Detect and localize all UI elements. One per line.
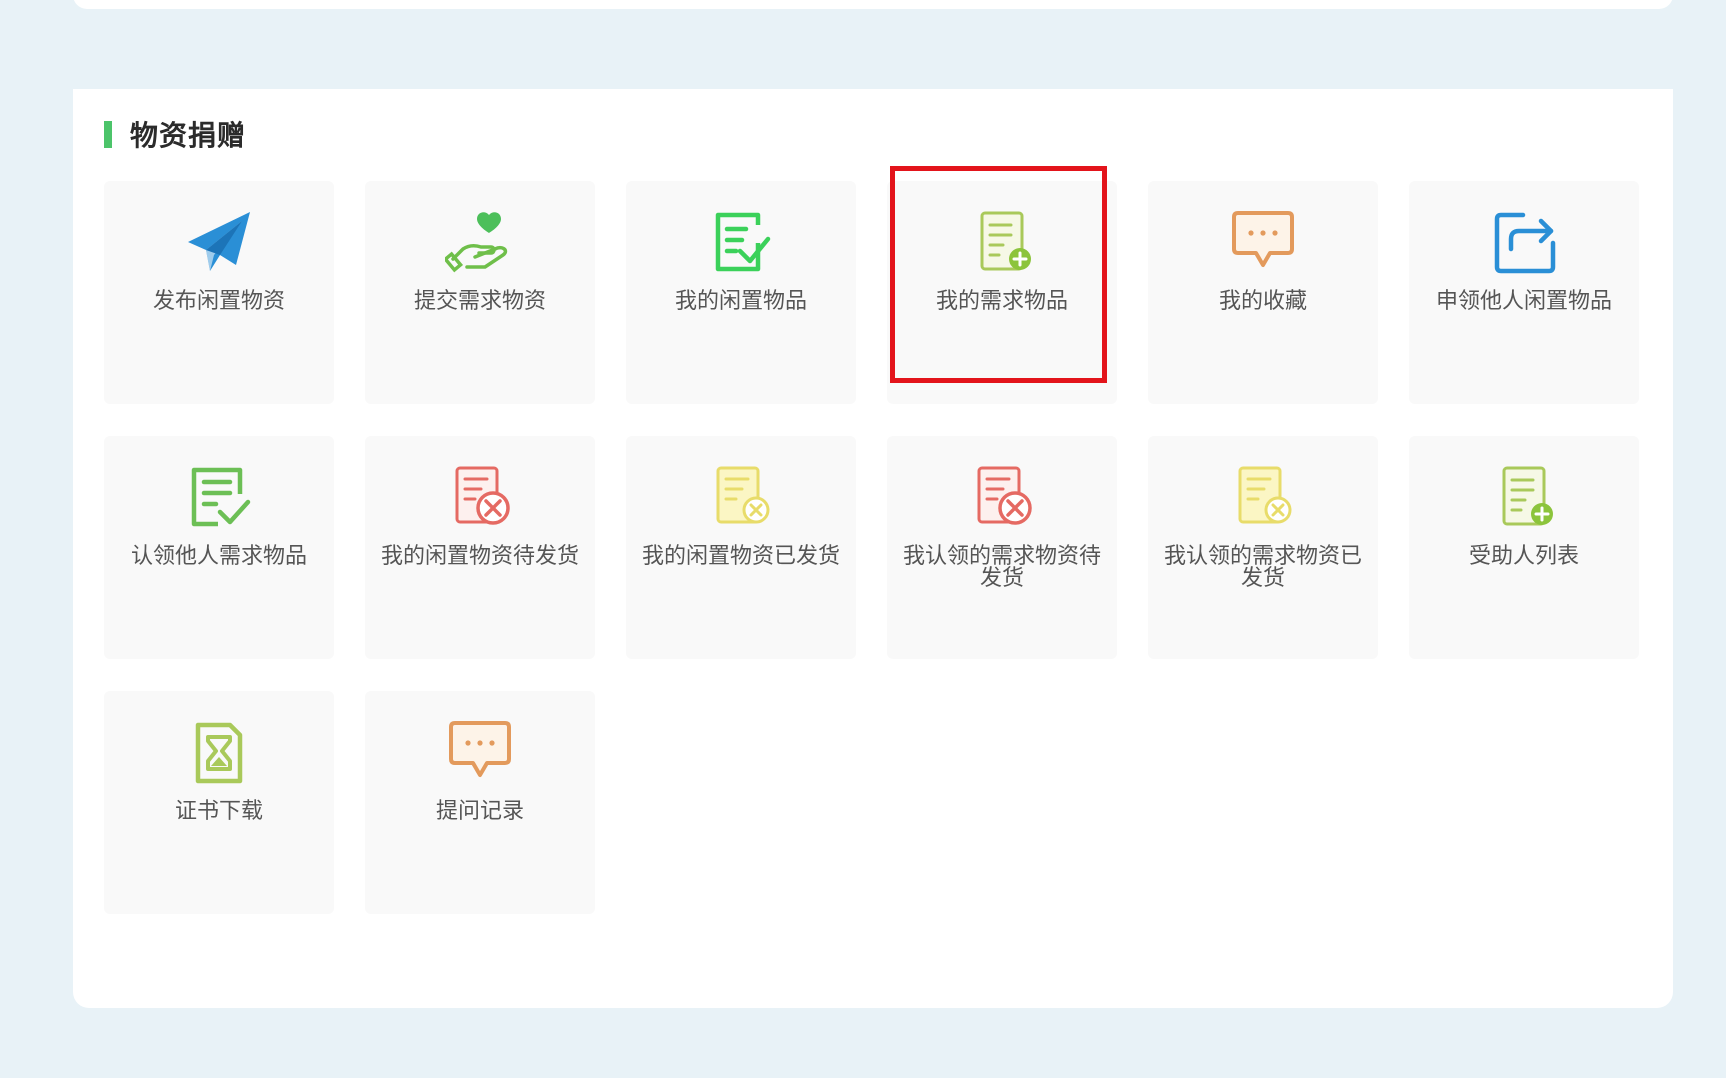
share-arrow-icon — [1489, 209, 1559, 275]
tile-my-idle-pending-shipment[interactable]: 我的闲置物资待发货 — [365, 436, 595, 659]
tile-submit-needed-items[interactable]: 提交需求物资 — [365, 181, 595, 404]
tile-label: 我的闲置物品 — [674, 289, 807, 314]
tile-label: 受助人列表 — [1468, 544, 1579, 569]
tile-label: 申领他人闲置物品 — [1435, 289, 1612, 314]
menu-grid: 发布闲置物资 提交需求物资 我的闲置物品 我的需求物品 我的收藏 申领他人闲置物… — [104, 181, 1639, 914]
tile-label: 我认领的需求物资待发货 — [902, 544, 1101, 591]
document-cancel-icon — [1228, 464, 1298, 530]
tile-label: 证书下载 — [174, 799, 263, 824]
title-accent-bar — [104, 120, 112, 148]
tile-claim-others-needed-items[interactable]: 认领他人需求物品 — [104, 436, 334, 659]
tile-my-favorites[interactable]: 我的收藏 — [1148, 181, 1378, 404]
tile-label: 我认领的需求物资已发货 — [1163, 544, 1362, 591]
chat-bubble-icon — [1228, 209, 1298, 275]
tile-certificate-download[interactable]: 证书下载 — [104, 691, 334, 914]
tile-my-idle-items[interactable]: 我的闲置物品 — [626, 181, 856, 404]
document-cancel-icon — [706, 464, 776, 530]
document-check-icon — [706, 209, 776, 275]
tile-label: 提交需求物资 — [413, 289, 546, 314]
material-donation-panel: 物资捐赠 发布闲置物资 提交需求物资 我的闲置物品 我的需求物品 我的收藏 申领… — [73, 89, 1673, 1008]
tile-my-idle-shipped[interactable]: 我的闲置物资已发货 — [626, 436, 856, 659]
chat-bubble-icon — [445, 719, 515, 785]
tile-label: 提问记录 — [435, 799, 524, 824]
tile-my-claimed-shipped[interactable]: 我认领的需求物资已发货 — [1148, 436, 1378, 659]
document-cancel-icon — [967, 464, 1037, 530]
tile-label: 我的闲置物资待发货 — [380, 544, 579, 569]
tile-label: 我的收藏 — [1218, 289, 1307, 314]
document-check-icon — [184, 464, 254, 530]
tile-label: 认领他人需求物品 — [130, 544, 307, 569]
document-add-icon — [967, 209, 1037, 275]
tile-question-records[interactable]: 提问记录 — [365, 691, 595, 914]
tile-apply-others-idle-items[interactable]: 申领他人闲置物品 — [1409, 181, 1639, 404]
document-add-icon — [1489, 464, 1559, 530]
section-header: 物资捐赠 — [104, 119, 246, 152]
hourglass-file-icon — [184, 719, 254, 785]
tile-label: 我的需求物品 — [935, 289, 1068, 314]
tile-my-needed-items[interactable]: 我的需求物品 — [887, 181, 1117, 404]
tile-label: 发布闲置物资 — [152, 289, 285, 314]
tile-label: 我的闲置物资已发货 — [641, 544, 840, 569]
tile-beneficiary-list[interactable]: 受助人列表 — [1409, 436, 1639, 659]
tile-my-claimed-pending-shipment[interactable]: 我认领的需求物资待发货 — [887, 436, 1117, 659]
heart-hand-icon — [445, 209, 515, 275]
top-card — [73, 0, 1673, 9]
paper-plane-icon — [184, 209, 254, 275]
section-title: 物资捐赠 — [130, 119, 247, 152]
tile-publish-idle-items[interactable]: 发布闲置物资 — [104, 181, 334, 404]
document-cancel-icon — [445, 464, 515, 530]
